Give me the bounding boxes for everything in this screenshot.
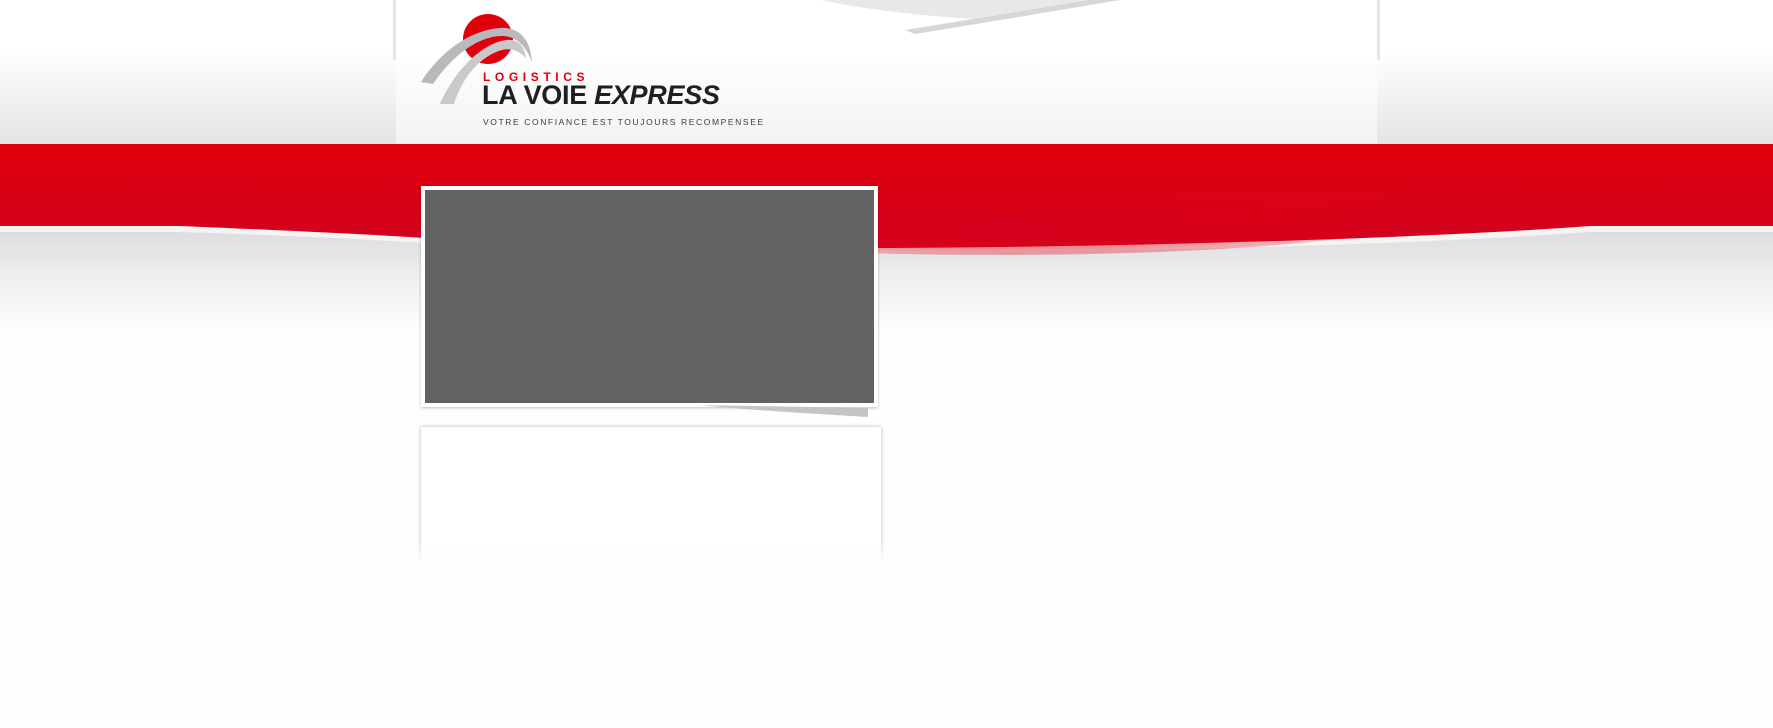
content-box-fade	[414, 540, 888, 570]
slider-image-area[interactable]	[425, 190, 874, 403]
header-panel-left-edge	[393, 0, 396, 60]
logo-wordmark: LA VOIE EXPRESS	[482, 80, 720, 110]
logo-name-part1: LA VOIE	[482, 80, 587, 110]
logo[interactable]: LOGISTICS LA VOIE EXPRESS VOTRE CONFIANC…	[418, 12, 765, 127]
logo-tagline: VOTRE CONFIANCE EST TOUJOURS RECOMPENSEE	[483, 117, 765, 127]
header-panel-right-edge	[1377, 0, 1380, 60]
logo-name-part2: EXPRESS	[594, 80, 720, 110]
page: LOGISTICS LA VOIE EXPRESS VOTRE CONFIANC…	[0, 0, 1773, 728]
slider-shadow	[700, 405, 868, 417]
slider-frame	[421, 186, 878, 407]
page-background	[0, 0, 1773, 332]
